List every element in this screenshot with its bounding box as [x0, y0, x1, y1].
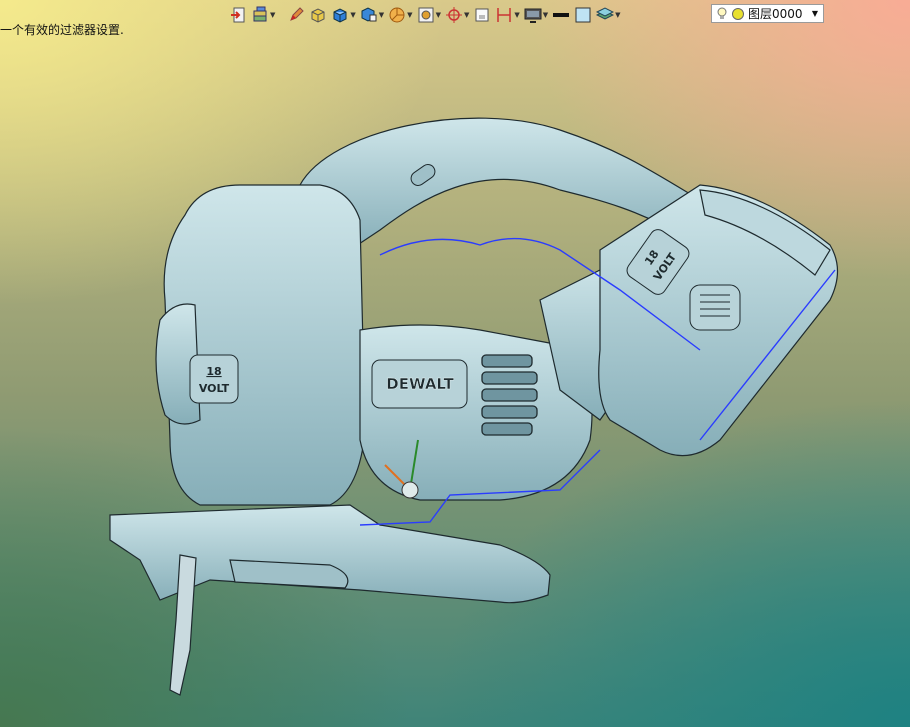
volt-badge-body: 18 VOLT — [189, 354, 239, 404]
brand-plate: DEWALT — [371, 359, 468, 409]
jigsaw-3d-model[interactable]: 18 VOLT 18 VOLT DEWALT — [0, 0, 910, 727]
badge-volt-label: VOLT — [199, 382, 230, 395]
brand-label: DEWALT — [386, 375, 454, 393]
graphics-viewport[interactable]: 一个有效的过滤器设置. ▼ ▼ ▼ ▼ ▼ ▼ ▼ ▼ ▼ 图层0000 ▼ 1… — [0, 0, 910, 727]
badge-volt-number: 18 — [206, 365, 221, 378]
base-shoe — [109, 504, 551, 604]
